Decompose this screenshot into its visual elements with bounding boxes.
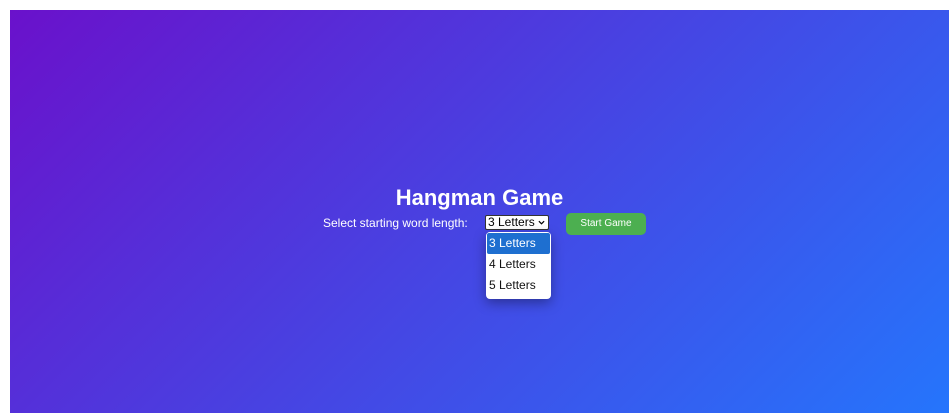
game-page: Hangman Game Select starting word length…: [10, 10, 949, 413]
start-game-button[interactable]: Start Game: [566, 213, 646, 235]
dropdown-option-3-letters[interactable]: 3 Letters: [487, 233, 550, 254]
dropdown-option-5-letters[interactable]: 5 Letters: [487, 275, 550, 296]
word-length-dropdown: 3 Letters 4 Letters 5 Letters: [486, 232, 551, 299]
word-length-select[interactable]: 3 Letters: [485, 215, 549, 230]
word-length-label: Select starting word length:: [323, 216, 468, 230]
dropdown-option-4-letters[interactable]: 4 Letters: [487, 254, 550, 275]
word-length-select-value: 3 Letters: [488, 215, 535, 229]
chevron-down-icon: [538, 220, 545, 225]
page-title: Hangman Game: [395, 185, 564, 210]
